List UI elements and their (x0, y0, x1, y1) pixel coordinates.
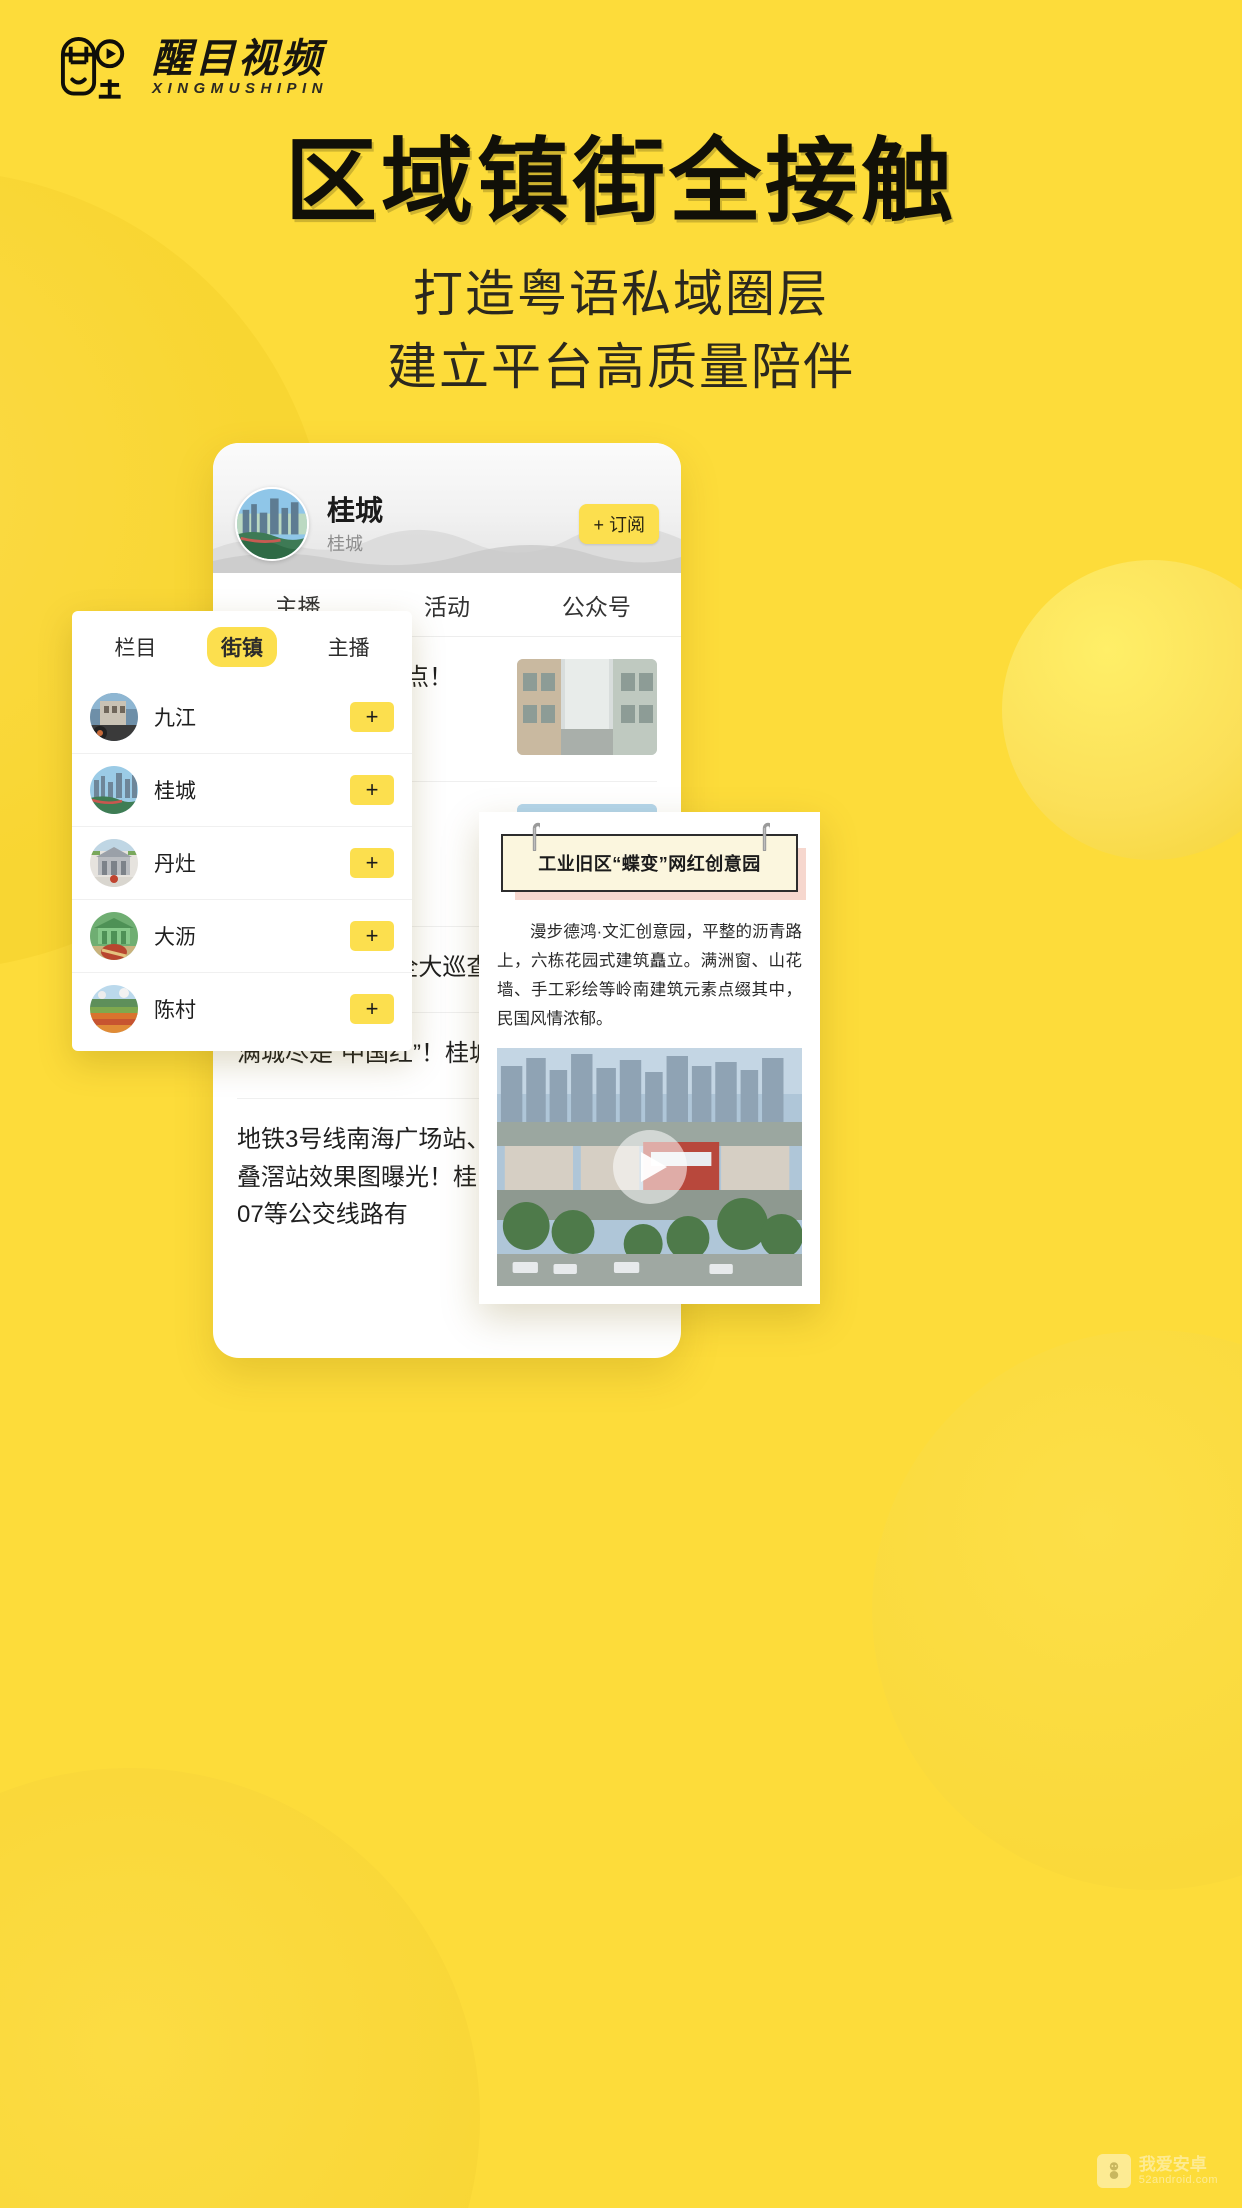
popup-tab-bar: 栏目 街镇 主播 (72, 611, 412, 681)
page-title: 区域镇街全接触 (284, 131, 957, 233)
watermark: 我爱安卓 52android.com (1096, 2154, 1218, 2188)
profile-row: 桂城 桂城 + 订阅 (213, 487, 681, 561)
page-subtitle-line1: 打造粤语私域圈层 (413, 266, 829, 322)
list-item-avatar (90, 985, 138, 1033)
profile-names: 桂城 桂城 (327, 493, 579, 556)
popup-tab-zhubo[interactable]: 主播 (314, 627, 384, 667)
list-item-label: 丹灶 (154, 853, 196, 876)
android-robot-glyph (1109, 2162, 1118, 2179)
list-item-avatar (90, 839, 138, 887)
watermark-text: 我爱安卓 52android.com (1139, 2155, 1218, 2187)
subscribe-button[interactable]: + 订阅 (579, 504, 659, 544)
add-button[interactable]: + (350, 775, 394, 805)
decorative-blob-bottom-left (0, 1768, 480, 2208)
xingmu-logo-icon (60, 37, 125, 99)
brand-header: 醒目视频 XINGMUSHIPIN (52, 28, 328, 106)
brand-name-cn: 醒目视频 (152, 36, 324, 81)
profile-title: 桂城 (327, 494, 384, 526)
watermark-line2: 52android.com (1138, 2174, 1218, 2187)
profile-subtitle: 桂城 (327, 533, 363, 554)
android-robot-icon (1096, 2154, 1131, 2188)
play-button[interactable] (612, 1129, 687, 1204)
city-river-avatar-icon (90, 766, 138, 814)
list-item-avatar (90, 912, 138, 960)
decorative-blob-bottom-right (872, 1330, 1242, 1890)
popup-tab-jiezhen[interactable]: 街镇 (206, 627, 277, 667)
article-title: 工业旧区“蝶变”网红创意园 (538, 854, 761, 874)
list-item-avatar (90, 693, 138, 741)
news-title: 地铁3号线南海广场站、叠滘站效果图曝光！桂07等公交线路有 (237, 1126, 491, 1228)
article-video[interactable] (497, 1047, 802, 1286)
list-item[interactable]: 九江 + (72, 681, 412, 754)
list-item-label: 九江 (154, 707, 196, 730)
list-item[interactable]: 大沥 + (72, 900, 412, 973)
city-river-avatar-icon (237, 489, 307, 559)
add-button[interactable]: + (350, 994, 394, 1024)
flower-field-avatar-icon (90, 985, 138, 1033)
paper-clip-icon (532, 822, 540, 851)
brand-name-en: XINGMUSHIPIN (152, 79, 329, 97)
play-icon (640, 1151, 667, 1182)
list-item-label: 桂城 (154, 780, 196, 803)
add-button[interactable]: + (350, 702, 394, 732)
decorative-blob-mid-right (1002, 560, 1242, 860)
list-item[interactable]: 桂城 + (72, 754, 412, 827)
list-item-avatar (90, 766, 138, 814)
add-button[interactable]: + (350, 921, 394, 951)
article-card: 工业旧区“蝶变”网红创意园 漫步德鸿·文汇创意园，平整的沥青路上，六栋花园式建筑… (479, 812, 820, 1304)
article-title-banner: 工业旧区“蝶变”网红创意园 (501, 822, 806, 900)
article-title-box: 工业旧区“蝶变”网红创意园 (501, 834, 798, 892)
old-building-avatar-icon (90, 693, 138, 741)
list-item-label: 大沥 (154, 926, 196, 949)
popup-tab-lanmu[interactable]: 栏目 (100, 627, 170, 667)
avatar (235, 487, 309, 561)
temple-gate-avatar-icon (90, 839, 138, 887)
page-subtitle-line2: 建立平台高质量陪伴 (387, 338, 855, 395)
green-archway-avatar-icon (90, 912, 138, 960)
news-thumbnail (517, 659, 657, 755)
tab-gongzhonghao[interactable]: 公众号 (522, 588, 671, 622)
list-item[interactable]: 陈村 + (72, 973, 412, 1045)
add-button[interactable]: + (350, 848, 394, 878)
list-item-label: 陈村 (154, 999, 196, 1022)
article-body: 漫步德鸿·文汇创意园，平整的沥青路上，六栋花园式建筑矗立。满洲窗、山花墙、手工彩… (497, 923, 802, 1028)
paper-clip-icon (762, 822, 770, 851)
watermark-line1: 我爱安卓 (1138, 2154, 1207, 2174)
list-item[interactable]: 丹灶 + (72, 827, 412, 900)
profile-banner: 桂城 桂城 + 订阅 (213, 443, 681, 573)
street-town-popup: 栏目 街镇 主播 九江 + 桂城 + 丹灶 + 大沥 + 陈村 + (72, 611, 412, 1051)
page-subtitle: 打造粤语私域圈层 建立平台高质量陪伴 (0, 258, 1242, 403)
alley-buildings-thumb-icon (517, 659, 657, 755)
